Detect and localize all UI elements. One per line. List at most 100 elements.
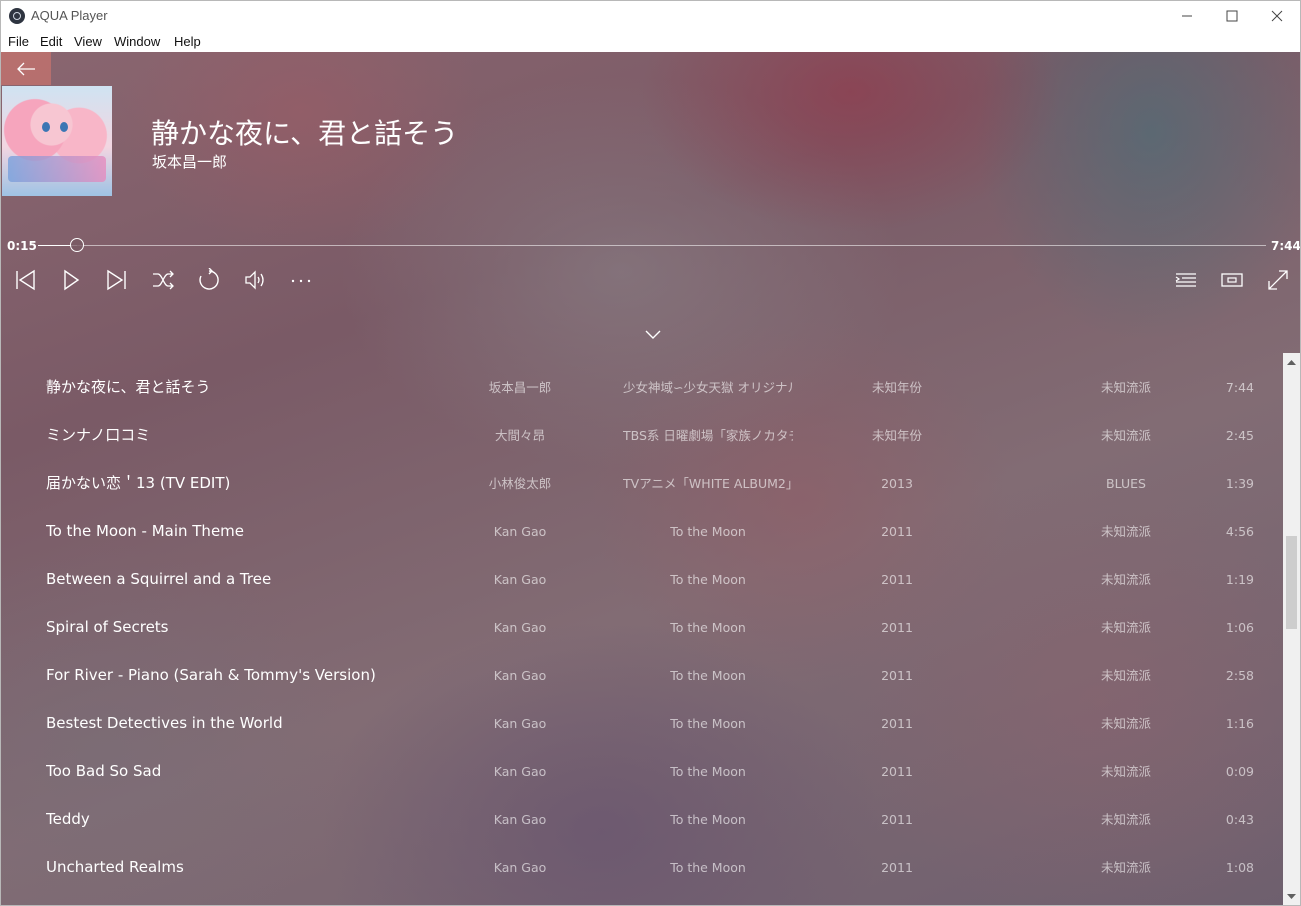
track-row[interactable]: For River - Piano (Sarah & Tommy's Versi… <box>1 661 1283 709</box>
shuffle-icon <box>153 270 174 290</box>
next-button[interactable] <box>102 265 132 295</box>
app-logo-icon <box>9 8 25 24</box>
track-year: 2011 <box>881 620 913 635</box>
track-artist: Kan Gao <box>493 716 547 731</box>
arrow-left-icon <box>17 62 35 75</box>
title-bar: AQUA Player <box>1 1 1300 31</box>
track-album: TVアニメ「WHITE ALBUM2」( <box>623 476 793 491</box>
track-title: 届かない恋＇13 (TV EDIT) <box>46 474 231 492</box>
seek-handle[interactable] <box>70 238 85 252</box>
track-artist: 坂本昌一郎 <box>488 380 552 395</box>
track-duration: 7:44 <box>1225 380 1254 395</box>
track-duration: 1:06 <box>1225 620 1254 635</box>
close-button[interactable] <box>1254 1 1300 31</box>
track-duration: 0:43 <box>1225 812 1254 827</box>
chevron-down-icon <box>645 330 661 339</box>
close-icon <box>1271 10 1283 22</box>
track-row[interactable]: Teddy Kan Gao To the Moon 2011 未知流派 0:43 <box>1 805 1283 853</box>
track-title: Bestest Detectives in the World <box>46 714 283 732</box>
track-title: Between a Squirrel and a Tree <box>46 570 272 588</box>
track-row[interactable]: 静かな夜に、君と話そう 坂本昌一郎 少女神域∽少女天獄 オリジナル 未知年份 未知流派 7… <box>1 373 1283 421</box>
menu-view[interactable]: View <box>74 34 102 49</box>
track-row[interactable]: ミンナノ口コミ 大間々昂 TBS系 日曜劇場「家族ノカタチ 未知年份 未知流派 2:45 <box>1 421 1283 469</box>
back-button[interactable] <box>1 52 51 85</box>
track-row[interactable]: 届かない恋＇13 (TV EDIT) 小林俊太郎 TVアニメ「WHITE ALBUM… <box>1 469 1283 517</box>
track-artist: Kan Gao <box>493 764 547 779</box>
caret-down-icon <box>1287 893 1296 899</box>
track-genre: 未知流派 <box>1100 716 1151 731</box>
scrollbar-thumb[interactable] <box>1286 536 1297 629</box>
track-title: Uncharted Realms <box>46 858 184 876</box>
menu-edit[interactable]: Edit <box>40 34 62 49</box>
track-artist: Kan Gao <box>493 860 547 875</box>
track-title: To the Moon - Main Theme <box>46 522 245 540</box>
track-album: To the Moon <box>670 572 746 587</box>
shuffle-button[interactable] <box>148 265 178 295</box>
track-year: 未知年份 <box>871 380 922 395</box>
track-year: 2013 <box>881 476 913 491</box>
miniplayer-button[interactable] <box>1217 265 1247 295</box>
track-title: ミンナノ口コミ <box>46 426 151 444</box>
track-genre: 未知流派 <box>1100 860 1151 875</box>
track-row[interactable]: Spiral of Secrets Kan Gao To the Moon 2011 未… <box>1 613 1283 661</box>
track-artist: Kan Gao <box>493 812 547 827</box>
track-row[interactable]: Bestest Detectives in the World Kan Gao To… <box>1 709 1283 757</box>
track-row[interactable]: Uncharted Realms Kan Gao To the Moon 2011 未知… <box>1 853 1283 901</box>
previous-button[interactable] <box>10 265 40 295</box>
track-duration: 4:56 <box>1225 524 1254 539</box>
playlist-button[interactable] <box>1171 265 1201 295</box>
track-row[interactable]: Between a Squirrel and a Tree Kan Gao To t… <box>1 565 1283 613</box>
track-duration: 0:09 <box>1225 764 1254 779</box>
track-genre: 未知流派 <box>1100 380 1151 395</box>
track-row[interactable]: To the Moon - Main Theme Kan Gao To the Mo… <box>1 517 1283 565</box>
more-button[interactable] <box>286 265 316 295</box>
track-list: 静かな夜に、君と話そう 坂本昌一郎 少女神域∽少女天獄 オリジナル 未知年份 未知流派 7… <box>1 362 1283 905</box>
play-button[interactable] <box>56 265 86 295</box>
menu-help[interactable]: Help <box>174 34 201 49</box>
maximize-button[interactable] <box>1209 1 1255 31</box>
track-genre: 未知流派 <box>1100 524 1151 539</box>
minimize-button[interactable] <box>1164 1 1210 31</box>
caret-up-icon <box>1287 359 1296 365</box>
seek-bar[interactable] <box>38 238 1266 252</box>
track-duration: 1:08 <box>1225 860 1254 875</box>
track-artist: Kan Gao <box>493 524 547 539</box>
track-year: 2011 <box>881 812 913 827</box>
window-title: AQUA Player <box>31 8 108 23</box>
skip-back-icon <box>16 269 35 291</box>
player-view: 静かな夜に、君と話そう 坂本昌一郎 0:15 7:44 静かな夜に、君と話そう … <box>1 52 1300 905</box>
miniplayer-icon <box>1221 273 1243 287</box>
track-year: 2011 <box>881 716 913 731</box>
track-genre: BLUES <box>1106 476 1146 491</box>
scroll-up-button[interactable] <box>1283 353 1300 370</box>
repeat-button[interactable] <box>194 265 224 295</box>
track-title: For River - Piano (Sarah & Tommy's Versi… <box>46 666 376 684</box>
track-title: Spiral of Secrets <box>46 618 169 636</box>
volume-button[interactable] <box>240 265 270 295</box>
scroll-down-button[interactable] <box>1283 888 1300 905</box>
track-artist: Kan Gao <box>493 620 547 635</box>
menu-window[interactable]: Window <box>114 34 160 49</box>
track-album: To the Moon <box>670 668 746 683</box>
collapse-button[interactable] <box>643 326 663 342</box>
current-time: 0:15 <box>7 239 37 253</box>
track-title: Too Bad So Sad <box>46 762 162 780</box>
track-artist: 小林俊太郎 <box>488 476 552 491</box>
track-genre: 未知流派 <box>1100 428 1151 443</box>
track-genre: 未知流派 <box>1100 668 1151 683</box>
track-row[interactable]: Too Bad So Sad Kan Gao To the Moon 2011 未知流派… <box>1 757 1283 805</box>
total-time: 7:44 <box>1271 239 1300 253</box>
album-cover <box>2 86 112 196</box>
track-year: 2011 <box>881 860 913 875</box>
track-list-scrollbar[interactable] <box>1283 353 1300 905</box>
track-year: 2011 <box>881 764 913 779</box>
fullscreen-button[interactable] <box>1263 265 1293 295</box>
track-year: 未知年份 <box>871 428 922 443</box>
track-title: 静かな夜に、君と話そう <box>46 378 211 396</box>
track-artist: Kan Gao <box>493 668 547 683</box>
skip-forward-icon <box>107 269 126 291</box>
track-year: 2011 <box>881 524 913 539</box>
menu-file[interactable]: File <box>8 34 29 49</box>
track-duration: 2:58 <box>1225 668 1254 683</box>
track-year: 2011 <box>881 668 913 683</box>
